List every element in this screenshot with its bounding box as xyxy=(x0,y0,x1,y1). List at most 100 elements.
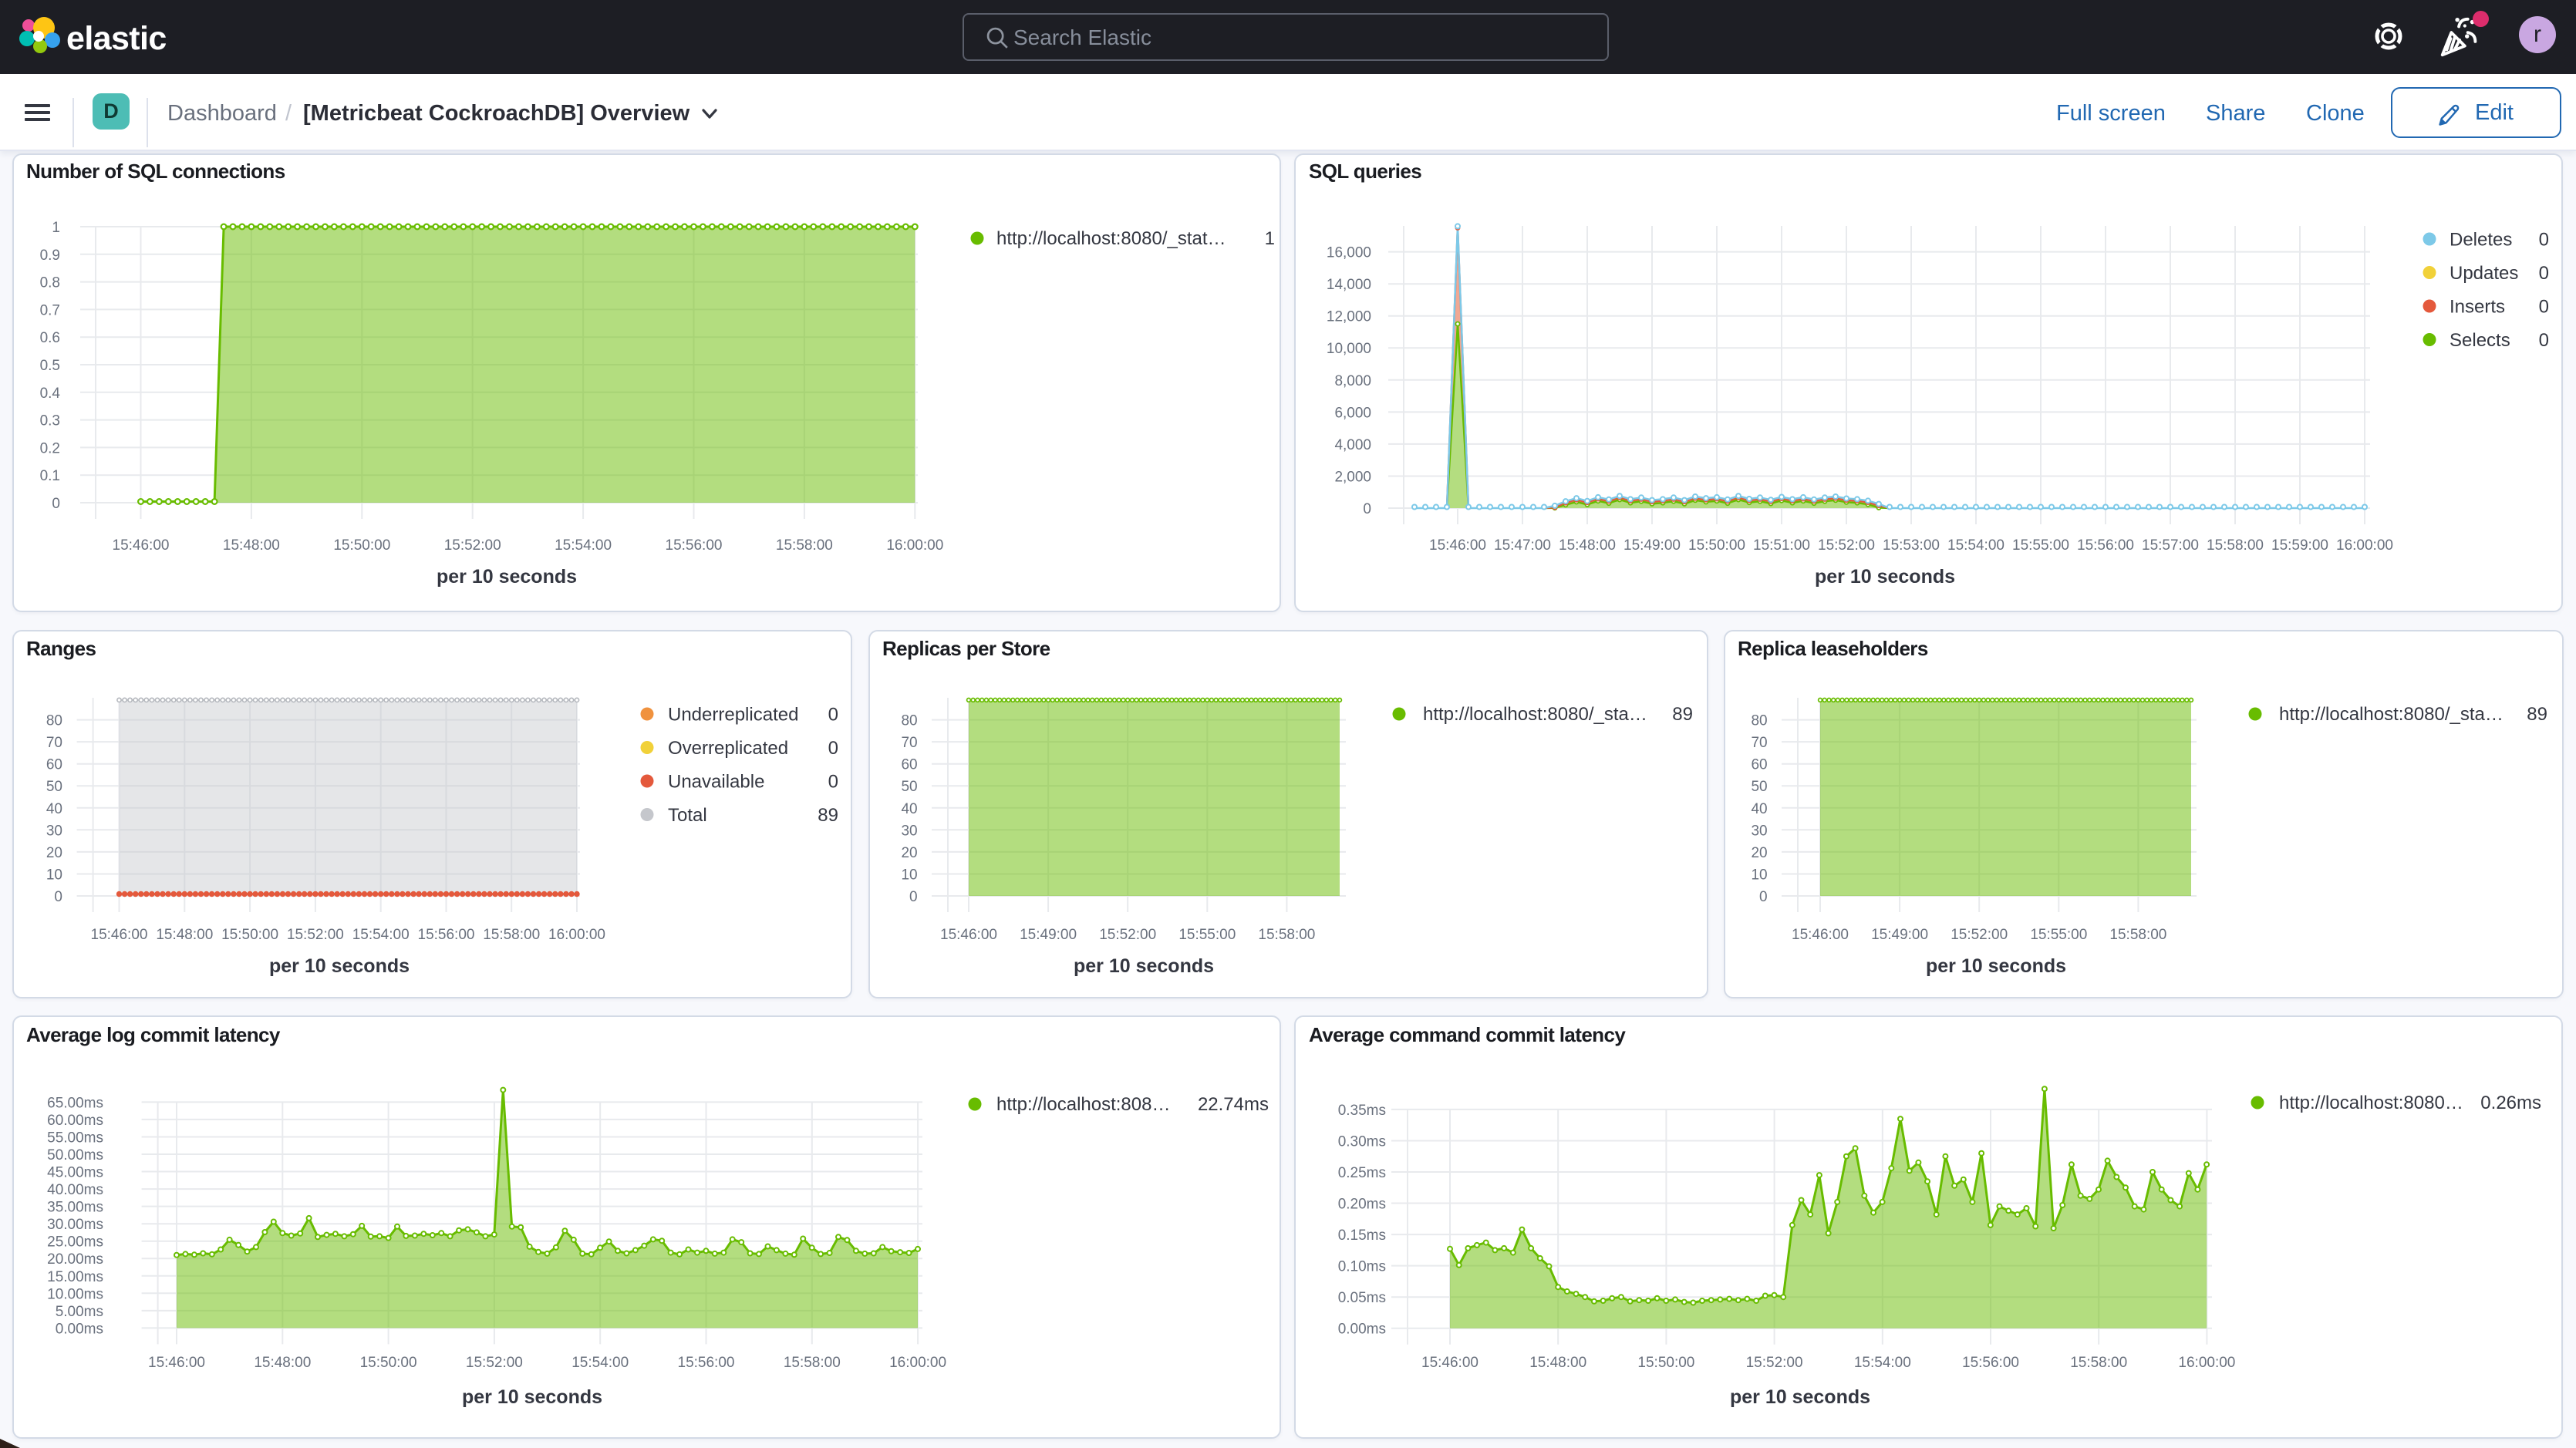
svg-text:15:50:00: 15:50:00 xyxy=(1637,1355,1694,1371)
svg-text:40: 40 xyxy=(1751,801,1767,817)
svg-text:per 10 seconds: per 10 seconds xyxy=(269,955,410,977)
svg-text:10.00ms: 10.00ms xyxy=(47,1286,103,1302)
svg-text:15:57:00: 15:57:00 xyxy=(2142,537,2199,554)
svg-text:0: 0 xyxy=(828,738,838,759)
svg-text:89: 89 xyxy=(1672,704,1693,725)
svg-text:0.35ms: 0.35ms xyxy=(1338,1103,1386,1119)
svg-text:1: 1 xyxy=(52,220,60,236)
svg-text:15:49:00: 15:49:00 xyxy=(1871,927,1928,943)
svg-text:15:55:00: 15:55:00 xyxy=(1178,927,1236,943)
svg-text:15:54:00: 15:54:00 xyxy=(352,927,410,943)
svg-text:30.00ms: 30.00ms xyxy=(47,1217,103,1233)
svg-text:15:52:00: 15:52:00 xyxy=(466,1355,523,1371)
svg-text:0: 0 xyxy=(909,889,918,905)
svg-text:0.00ms: 0.00ms xyxy=(56,1321,103,1337)
svg-text:10: 10 xyxy=(901,867,917,884)
svg-text:Updates: Updates xyxy=(2450,263,2518,284)
svg-text:15:54:00: 15:54:00 xyxy=(555,537,612,554)
svg-text:15:52:00: 15:52:00 xyxy=(444,537,501,554)
svg-text:15:50:00: 15:50:00 xyxy=(360,1355,417,1371)
svg-text:45.00ms: 45.00ms xyxy=(47,1165,103,1181)
svg-text:Overreplicated: Overreplicated xyxy=(668,738,788,759)
svg-text:0.26ms: 0.26ms xyxy=(2480,1093,2541,1113)
svg-text:Replicas per Store: Replicas per Store xyxy=(882,637,1050,660)
svg-text:15:52:00: 15:52:00 xyxy=(1746,1355,1803,1371)
svg-text:0.5: 0.5 xyxy=(40,358,60,374)
svg-text:15:46:00: 15:46:00 xyxy=(940,927,997,943)
svg-text:15:46:00: 15:46:00 xyxy=(1421,1355,1479,1371)
svg-text:0.2: 0.2 xyxy=(40,440,60,456)
svg-text:80: 80 xyxy=(901,713,917,729)
svg-text:15:58:00: 15:58:00 xyxy=(483,927,540,943)
svg-text:Replica leaseholders: Replica leaseholders xyxy=(1738,637,1928,660)
svg-text:http://localhost:8080/_sta…: http://localhost:8080/_sta… xyxy=(2279,704,2504,725)
svg-text:0.9: 0.9 xyxy=(40,248,60,264)
svg-text:40.00ms: 40.00ms xyxy=(47,1182,103,1198)
svg-text:0.4: 0.4 xyxy=(40,386,61,402)
svg-text:10,000: 10,000 xyxy=(1327,341,1371,357)
svg-text:6,000: 6,000 xyxy=(1334,405,1371,421)
svg-text:15:55:00: 15:55:00 xyxy=(2030,927,2087,943)
svg-text:12,000: 12,000 xyxy=(1327,309,1371,325)
svg-text:70: 70 xyxy=(901,735,917,751)
svg-text:0.15ms: 0.15ms xyxy=(1338,1227,1386,1244)
svg-text:15:46:00: 15:46:00 xyxy=(1429,537,1486,554)
svg-text:15:55:00: 15:55:00 xyxy=(2012,537,2069,554)
svg-text:Deletes: Deletes xyxy=(2450,230,2512,251)
svg-text:16:00:00: 16:00:00 xyxy=(889,1355,946,1371)
svg-text:50: 50 xyxy=(46,779,62,795)
svg-text:15:56:00: 15:56:00 xyxy=(418,927,475,943)
svg-text:15:58:00: 15:58:00 xyxy=(2207,537,2264,554)
svg-text:15:53:00: 15:53:00 xyxy=(1883,537,1940,554)
svg-text:0: 0 xyxy=(1759,889,1768,905)
svg-text:20: 20 xyxy=(1751,845,1767,861)
svg-text:15:56:00: 15:56:00 xyxy=(678,1355,735,1371)
svg-text:60: 60 xyxy=(1751,757,1767,773)
svg-text:0.00ms: 0.00ms xyxy=(1338,1322,1386,1338)
svg-text:15:58:00: 15:58:00 xyxy=(784,1355,841,1371)
svg-text:15:58:00: 15:58:00 xyxy=(776,537,833,554)
svg-text:0.1: 0.1 xyxy=(40,468,60,484)
svg-text:15:50:00: 15:50:00 xyxy=(333,537,390,554)
svg-text:15:49:00: 15:49:00 xyxy=(1020,927,1077,943)
svg-text:http://localhost:8080/_stat…: http://localhost:8080/_stat… xyxy=(996,228,1226,249)
svg-text:55.00ms: 55.00ms xyxy=(47,1130,103,1147)
svg-text:0.6: 0.6 xyxy=(40,330,60,346)
svg-text:1: 1 xyxy=(1265,228,1275,249)
svg-text:Ranges: Ranges xyxy=(26,637,96,660)
svg-text:0.25ms: 0.25ms xyxy=(1338,1165,1386,1181)
svg-text:4,000: 4,000 xyxy=(1334,437,1371,453)
svg-text:0: 0 xyxy=(828,772,838,793)
svg-text:0.7: 0.7 xyxy=(40,302,60,318)
svg-text:per 10 seconds: per 10 seconds xyxy=(1730,1386,1870,1408)
svg-text:15:50:00: 15:50:00 xyxy=(221,927,278,943)
svg-text:per 10 seconds: per 10 seconds xyxy=(1926,955,2066,977)
svg-text:15:46:00: 15:46:00 xyxy=(91,927,148,943)
svg-text:15:47:00: 15:47:00 xyxy=(1494,537,1551,554)
svg-text:89: 89 xyxy=(818,805,838,826)
svg-text:15:58:00: 15:58:00 xyxy=(1258,927,1315,943)
svg-text:40: 40 xyxy=(901,801,917,817)
svg-text:0: 0 xyxy=(52,496,60,512)
svg-text:22.74ms: 22.74ms xyxy=(1198,1094,1269,1115)
svg-text:http://localhost:808…: http://localhost:808… xyxy=(996,1094,1170,1115)
svg-text:15:56:00: 15:56:00 xyxy=(1962,1355,2019,1371)
svg-text:50: 50 xyxy=(1751,779,1767,795)
svg-text:80: 80 xyxy=(46,713,62,729)
svg-text:0.10ms: 0.10ms xyxy=(1338,1259,1386,1275)
svg-text:10: 10 xyxy=(1751,867,1767,884)
svg-text:0.8: 0.8 xyxy=(40,275,60,291)
svg-text:60: 60 xyxy=(46,757,62,773)
svg-text:15:48:00: 15:48:00 xyxy=(156,927,213,943)
svg-text:20: 20 xyxy=(46,845,62,861)
svg-text:15:52:00: 15:52:00 xyxy=(1818,537,1875,554)
svg-text:http://localhost:8080…: http://localhost:8080… xyxy=(2279,1093,2463,1113)
svg-text:16,000: 16,000 xyxy=(1327,245,1371,261)
svg-text:http://localhost:8080/_sta…: http://localhost:8080/_sta… xyxy=(1423,704,1647,725)
svg-text:15:58:00: 15:58:00 xyxy=(2109,927,2166,943)
svg-text:0: 0 xyxy=(2539,330,2549,351)
svg-text:0.05ms: 0.05ms xyxy=(1338,1290,1386,1306)
svg-text:15:52:00: 15:52:00 xyxy=(1951,927,2008,943)
svg-text:60: 60 xyxy=(901,757,917,773)
svg-text:40: 40 xyxy=(46,801,62,817)
